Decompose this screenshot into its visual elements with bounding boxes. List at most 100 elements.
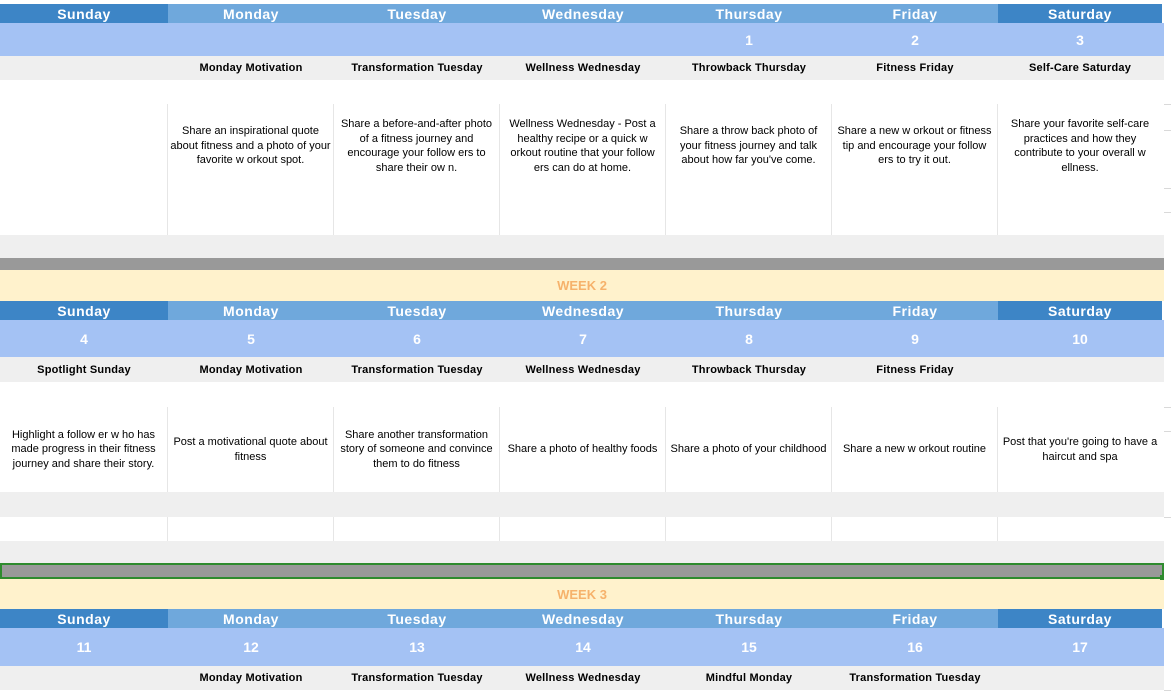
- empty-cell[interactable]: [500, 517, 666, 541]
- date-cell[interactable]: 17: [998, 628, 1162, 666]
- day-header-saturday[interactable]: Saturday: [998, 4, 1162, 23]
- post-cell[interactable]: Share a throw back photo of your fitness…: [666, 104, 832, 188]
- date-cell[interactable]: [500, 23, 666, 56]
- date-cell[interactable]: 12: [168, 628, 334, 666]
- selected-row-range[interactable]: [0, 563, 1164, 579]
- day-header-thursday[interactable]: Thursday: [666, 301, 832, 320]
- day-header-thursday[interactable]: Thursday: [666, 609, 832, 628]
- date-cell[interactable]: 1: [666, 23, 832, 56]
- day-header-tuesday[interactable]: Tuesday: [334, 609, 500, 628]
- theme-cell[interactable]: [998, 357, 1162, 382]
- week2-theme-row: Spotlight Sunday Monday Motivation Trans…: [0, 357, 1164, 382]
- week2-label[interactable]: WEEK 2: [0, 270, 1164, 301]
- post-cell[interactable]: [0, 104, 168, 188]
- post-cell[interactable]: Wellness Wednesday - Post a healthy reci…: [500, 104, 666, 188]
- theme-cell[interactable]: Wellness Wednesday: [500, 357, 666, 382]
- next-column-edge: [1164, 0, 1171, 700]
- theme-cell[interactable]: Transformation Tuesday: [334, 357, 500, 382]
- date-cell[interactable]: 13: [334, 628, 500, 666]
- day-header-sunday[interactable]: Sunday: [0, 4, 168, 23]
- date-cell[interactable]: 4: [0, 320, 168, 357]
- date-cell[interactable]: 10: [998, 320, 1162, 357]
- date-cell[interactable]: 15: [666, 628, 832, 666]
- date-cell[interactable]: [0, 23, 168, 56]
- day-header-monday[interactable]: Monday: [168, 301, 334, 320]
- theme-cell[interactable]: Wellness Wednesday: [500, 56, 666, 80]
- empty-cell[interactable]: [500, 188, 666, 235]
- day-header-wednesday[interactable]: Wednesday: [500, 301, 666, 320]
- date-cell[interactable]: 7: [500, 320, 666, 357]
- day-header-tuesday[interactable]: Tuesday: [334, 4, 500, 23]
- week3-label[interactable]: WEEK 3: [0, 579, 1164, 609]
- empty-cell[interactable]: [666, 517, 832, 541]
- theme-cell[interactable]: Transformation Tuesday: [832, 666, 998, 690]
- theme-cell[interactable]: Monday Motivation: [168, 357, 334, 382]
- empty-cell[interactable]: [998, 188, 1162, 235]
- day-header-sunday[interactable]: Sunday: [0, 301, 168, 320]
- post-cell[interactable]: Post a motivational quote about fitness: [168, 407, 334, 492]
- date-cell[interactable]: [168, 23, 334, 56]
- week3-theme-row: Monday Motivation Transformation Tuesday…: [0, 666, 1164, 690]
- day-header-friday[interactable]: Friday: [832, 609, 998, 628]
- empty-cell[interactable]: [168, 188, 334, 235]
- date-cell[interactable]: 2: [832, 23, 998, 56]
- empty-cell[interactable]: [832, 188, 998, 235]
- day-header-saturday[interactable]: Saturday: [998, 609, 1162, 628]
- theme-cell[interactable]: Throwback Thursday: [666, 56, 832, 80]
- week3-day-header-row: Sunday Monday Tuesday Wednesday Thursday…: [0, 609, 1164, 628]
- post-cell[interactable]: Share a photo of healthy foods: [500, 407, 666, 492]
- date-cell[interactable]: 9: [832, 320, 998, 357]
- date-cell[interactable]: 16: [832, 628, 998, 666]
- theme-cell[interactable]: [0, 56, 168, 80]
- empty-cell[interactable]: [832, 517, 998, 541]
- empty-cell[interactable]: [0, 188, 168, 235]
- post-cell[interactable]: Share a new w orkout or fitness tip and …: [832, 104, 998, 188]
- day-header-wednesday[interactable]: Wednesday: [500, 4, 666, 23]
- day-header-friday[interactable]: Friday: [832, 301, 998, 320]
- theme-cell[interactable]: Wellness Wednesday: [500, 666, 666, 690]
- post-cell[interactable]: Share another transformation story of so…: [334, 407, 500, 492]
- empty-cell[interactable]: [998, 517, 1162, 541]
- theme-cell[interactable]: Mindful Monday: [666, 666, 832, 690]
- day-header-monday[interactable]: Monday: [168, 4, 334, 23]
- theme-cell[interactable]: Spotlight Sunday: [0, 357, 168, 382]
- theme-cell[interactable]: Monday Motivation: [168, 56, 334, 80]
- theme-cell[interactable]: Throwback Thursday: [666, 357, 832, 382]
- date-cell[interactable]: 11: [0, 628, 168, 666]
- date-cell[interactable]: 6: [334, 320, 500, 357]
- date-cell[interactable]: 3: [998, 23, 1162, 56]
- post-cell[interactable]: Share a before-and-after photo of a fitn…: [334, 104, 500, 188]
- theme-cell[interactable]: Transformation Tuesday: [334, 666, 500, 690]
- empty-cell[interactable]: [168, 517, 334, 541]
- empty-cell[interactable]: [0, 517, 168, 541]
- theme-cell[interactable]: Transformation Tuesday: [334, 56, 500, 80]
- theme-cell[interactable]: Fitness Friday: [832, 56, 998, 80]
- theme-cell[interactable]: [998, 666, 1162, 690]
- post-cell[interactable]: Share a new w orkout routine: [832, 407, 998, 492]
- post-cell[interactable]: Share an inspirational quote about fitne…: [168, 104, 334, 188]
- post-cell[interactable]: Highlight a follow er w ho has made prog…: [0, 407, 168, 492]
- empty-cell[interactable]: [666, 188, 832, 235]
- day-header-saturday[interactable]: Saturday: [998, 301, 1162, 320]
- theme-cell[interactable]: Monday Motivation: [168, 666, 334, 690]
- day-header-monday[interactable]: Monday: [168, 609, 334, 628]
- theme-cell[interactable]: Self-Care Saturday: [998, 56, 1162, 80]
- day-header-tuesday[interactable]: Tuesday: [334, 301, 500, 320]
- date-cell[interactable]: [334, 23, 500, 56]
- blank-row: [0, 188, 1164, 235]
- post-cell[interactable]: Share a photo of your childhood: [666, 407, 832, 492]
- theme-cell[interactable]: Fitness Friday: [832, 357, 998, 382]
- post-cell[interactable]: Post that you're going to have a haircut…: [998, 407, 1162, 492]
- empty-cell[interactable]: [334, 188, 500, 235]
- theme-cell[interactable]: [0, 666, 168, 690]
- day-header-friday[interactable]: Friday: [832, 4, 998, 23]
- day-header-wednesday[interactable]: Wednesday: [500, 609, 666, 628]
- week2-post-row: Highlight a follow er w ho has made prog…: [0, 407, 1164, 492]
- day-header-thursday[interactable]: Thursday: [666, 4, 832, 23]
- day-header-sunday[interactable]: Sunday: [0, 609, 168, 628]
- post-cell[interactable]: Share your favorite self-care practices …: [998, 104, 1162, 188]
- date-cell[interactable]: 14: [500, 628, 666, 666]
- date-cell[interactable]: 8: [666, 320, 832, 357]
- empty-cell[interactable]: [334, 517, 500, 541]
- date-cell[interactable]: 5: [168, 320, 334, 357]
